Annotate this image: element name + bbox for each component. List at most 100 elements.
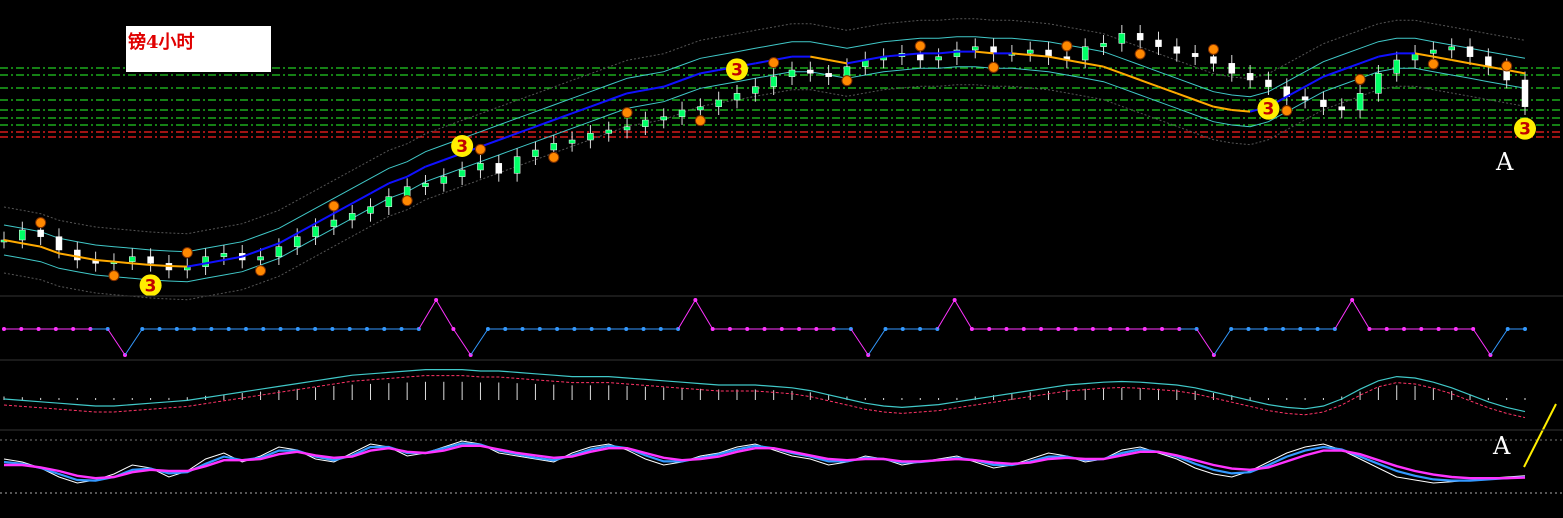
- candle-body: [971, 46, 979, 51]
- count-marker: 3: [726, 58, 749, 81]
- candle-body: [293, 236, 301, 247]
- candle-body: [458, 169, 466, 177]
- candle-body: [1338, 106, 1345, 111]
- candle-body: [129, 256, 136, 262]
- candle-body: [587, 133, 594, 141]
- moving-average-segment: [810, 55, 829, 61]
- signal-line: [1334, 299, 1353, 330]
- count-marker: 3: [451, 135, 474, 157]
- candle-body: [1210, 56, 1217, 64]
- candle-body: [422, 183, 429, 187]
- moving-average-segment: [828, 59, 848, 65]
- candle-body: [1136, 33, 1144, 41]
- signal-line: [435, 299, 454, 330]
- moving-average-segment: [1341, 62, 1361, 71]
- small-count-marker: [988, 61, 1000, 73]
- candle-body: [1081, 46, 1089, 61]
- candle-body: [37, 229, 44, 237]
- moving-average-segment: [590, 99, 610, 108]
- moving-average-segment: [626, 89, 646, 95]
- moving-average-segment: [388, 175, 408, 185]
- signal-line: [452, 328, 472, 356]
- candle-body: [770, 76, 777, 87]
- small-count-marker: [694, 115, 706, 127]
- candle-body: [1118, 33, 1126, 44]
- candle-body: [385, 196, 393, 207]
- chart-title-box: 镑4小时: [126, 26, 271, 72]
- small-count-marker: [108, 270, 120, 282]
- signal-line: [470, 328, 489, 356]
- small-count-marker: [1501, 60, 1513, 72]
- moving-average-segment: [425, 159, 445, 168]
- candle-body: [678, 109, 686, 117]
- count-marker: 3: [1514, 117, 1536, 140]
- trend-arrow: [1523, 403, 1557, 468]
- moving-average-segment: [351, 192, 371, 205]
- small-count-marker: [474, 143, 486, 155]
- candle-body: [202, 256, 209, 267]
- moving-average-segment: [370, 182, 390, 195]
- candle-body: [733, 93, 741, 101]
- small-count-marker: [181, 247, 193, 259]
- candle-body: [568, 139, 576, 144]
- moving-average-segment: [1194, 99, 1214, 108]
- stoch-magenta-line: [4, 444, 1526, 480]
- candle-body: [1246, 73, 1254, 81]
- signal-line: [867, 328, 886, 356]
- small-count-marker: [1427, 58, 1439, 70]
- candle-body: [147, 256, 154, 264]
- candle-body: [1485, 56, 1492, 67]
- small-count-marker: [768, 57, 780, 69]
- count-marker-label: 3: [456, 137, 468, 157]
- small-count-marker: [1354, 73, 1366, 85]
- candle-body: [1155, 39, 1162, 47]
- candle-body: [697, 106, 704, 111]
- signal-line: [124, 328, 143, 356]
- forex-chart: 3 3 3 3 3: [0, 18, 1563, 494]
- chart-title: 镑4小时: [128, 32, 195, 53]
- count-marker-label: 3: [731, 60, 743, 80]
- count-marker-label: 3: [1263, 100, 1275, 120]
- candle-body: [1026, 49, 1034, 54]
- small-count-marker: [255, 265, 267, 277]
- candle-body: [1301, 96, 1309, 101]
- candle-body: [275, 246, 283, 257]
- moving-average-segment: [1323, 69, 1343, 78]
- candle-body: [1466, 46, 1474, 57]
- candle-body: [440, 176, 448, 184]
- candle-body: [807, 69, 814, 74]
- stochastic-pane: [0, 403, 1563, 494]
- candle-body: [605, 129, 612, 134]
- signal-line: [850, 328, 869, 356]
- moving-average-segment: [22, 242, 41, 248]
- count-marker: 3: [1257, 97, 1280, 120]
- candle-body: [1228, 63, 1236, 74]
- macd-signal-line: [3, 375, 1526, 419]
- signal-line: [1213, 328, 1232, 356]
- moving-average-segment: [700, 69, 719, 75]
- candle-body: [220, 253, 228, 257]
- signal-line: [418, 299, 437, 330]
- marker-a-stoch: A: [1493, 432, 1511, 460]
- candle-body: [550, 143, 558, 151]
- moving-average-segment: [535, 119, 555, 128]
- candle-body: [1265, 79, 1272, 87]
- candle-body: [1356, 93, 1364, 111]
- signal-line: [1472, 328, 1491, 356]
- candle-body: [660, 116, 667, 121]
- candle-body: [1100, 43, 1107, 47]
- moving-average-segment: [608, 92, 628, 101]
- candle-body: [1320, 99, 1327, 107]
- small-count-marker: [1281, 105, 1293, 117]
- candle-body: [1375, 73, 1382, 94]
- candle-body: [513, 156, 521, 174]
- small-count-marker: [1207, 43, 1219, 55]
- small-count-marker: [1061, 40, 1073, 52]
- candle-body: [348, 213, 356, 221]
- small-count-marker: [328, 200, 340, 212]
- moving-average-segment: [1359, 55, 1379, 65]
- small-count-marker: [621, 107, 633, 119]
- candle-body: [74, 249, 81, 261]
- small-count-marker: [401, 195, 413, 207]
- small-count-marker: [548, 151, 560, 163]
